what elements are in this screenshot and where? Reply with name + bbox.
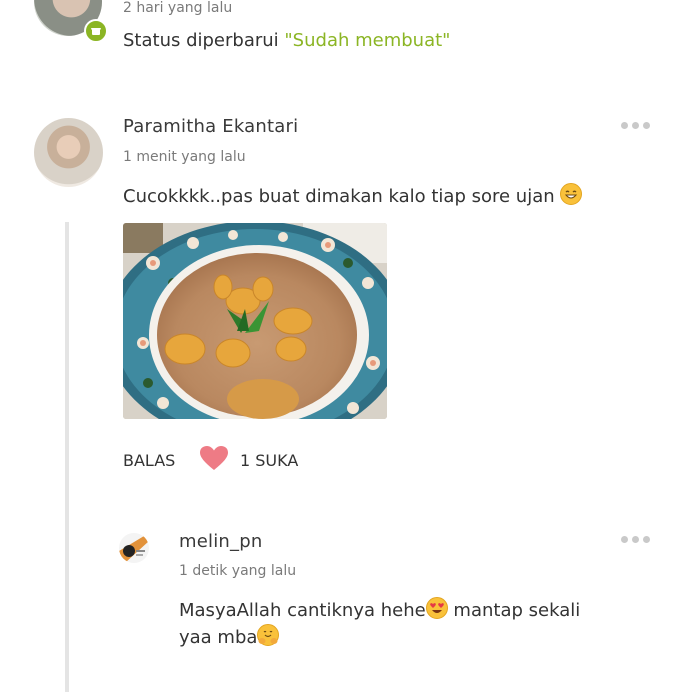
reply-time: 1 detik yang lalu	[179, 563, 297, 579]
avatar-image	[119, 533, 149, 563]
status-value[interactable]: "Sudah membuat"	[284, 30, 450, 51]
comment-time: 1 menit yang lalu	[123, 149, 246, 165]
cooked-badge-icon	[84, 19, 108, 43]
reply-text-line2: yaa mba	[179, 627, 258, 648]
status-update-text: Status diperbarui "Sudah membuat"	[123, 30, 450, 51]
more-options-icon[interactable]	[621, 536, 650, 543]
pot-icon	[91, 28, 101, 35]
comment-photo[interactable]	[123, 223, 387, 419]
more-options-icon[interactable]	[621, 122, 650, 129]
heart-eyes-face-icon	[425, 597, 448, 619]
thread-line	[65, 222, 69, 692]
reply-text-part1: MasyaAllah cantiknya hehe	[179, 600, 426, 621]
comment-text-line: Cucokkkk..pas buat dimakan kalo tiap sor…	[123, 183, 583, 210]
heart-icon[interactable]	[200, 446, 228, 476]
hugging-face-icon	[257, 624, 280, 646]
reply-button[interactable]: BALAS	[123, 451, 175, 470]
status-time: 2 hari yang lalu	[123, 0, 233, 16]
avatar[interactable]	[34, 118, 103, 187]
comment-text: Cucokkkk..pas buat dimakan kalo tiap sor…	[123, 186, 555, 207]
like-count[interactable]: 1 SUKA	[240, 451, 298, 470]
comment-author[interactable]: Paramitha Ekantari	[123, 116, 298, 137]
food-photo-image	[123, 223, 387, 419]
status-prefix: Status diperbarui	[123, 30, 279, 51]
reply-text-part2: mantap sekali	[447, 600, 581, 621]
grinning-face-icon	[560, 183, 583, 205]
avatar[interactable]	[119, 533, 149, 563]
reply-text: MasyaAllah cantiknya hehe mantap sekali …	[179, 597, 659, 651]
reply-author[interactable]: melin_pn	[179, 531, 262, 552]
